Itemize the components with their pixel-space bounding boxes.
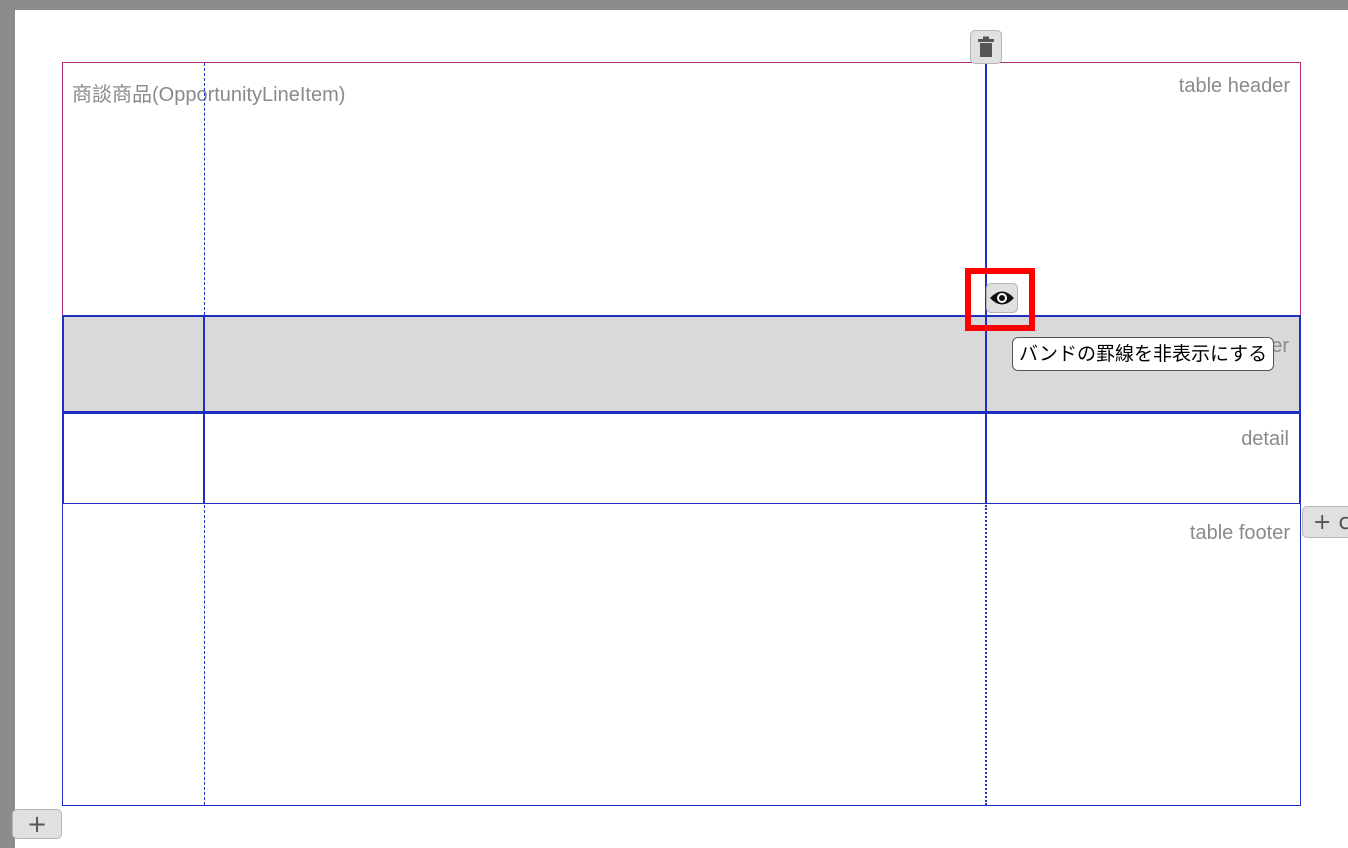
band-table-footer[interactable]: table footer: [62, 504, 1301, 806]
band-label-table-header: table header: [1178, 75, 1290, 97]
object-name-label: 商談商品(OpportunityLineItem): [72, 84, 346, 106]
editor-frame-left: [0, 0, 15, 848]
toggle-band-borders-button[interactable]: [986, 283, 1018, 313]
delete-column-button[interactable]: [970, 30, 1002, 64]
column-divider-left[interactable]: [203, 316, 205, 504]
column-guide-left-lower: [204, 505, 205, 805]
add-band-button[interactable]: +: [12, 809, 62, 839]
tooltip-hide-band-borders: バンドの罫線を非表示にする: [1012, 337, 1275, 371]
band-detail[interactable]: detail: [62, 412, 1301, 505]
add-column-button[interactable]: + c: [1302, 506, 1348, 538]
column-divider-right-upper[interactable]: [985, 63, 987, 315]
band-label-detail: detail: [1241, 428, 1289, 450]
column-divider-right[interactable]: [985, 316, 987, 504]
editor-frame-top: [0, 0, 1348, 10]
trash-icon: [978, 36, 994, 57]
band-label-table-footer: table footer: [1189, 522, 1290, 544]
column-guide-right-lower: [985, 505, 987, 805]
column-guide-left-upper: [204, 63, 205, 315]
eye-icon: [990, 291, 1014, 305]
